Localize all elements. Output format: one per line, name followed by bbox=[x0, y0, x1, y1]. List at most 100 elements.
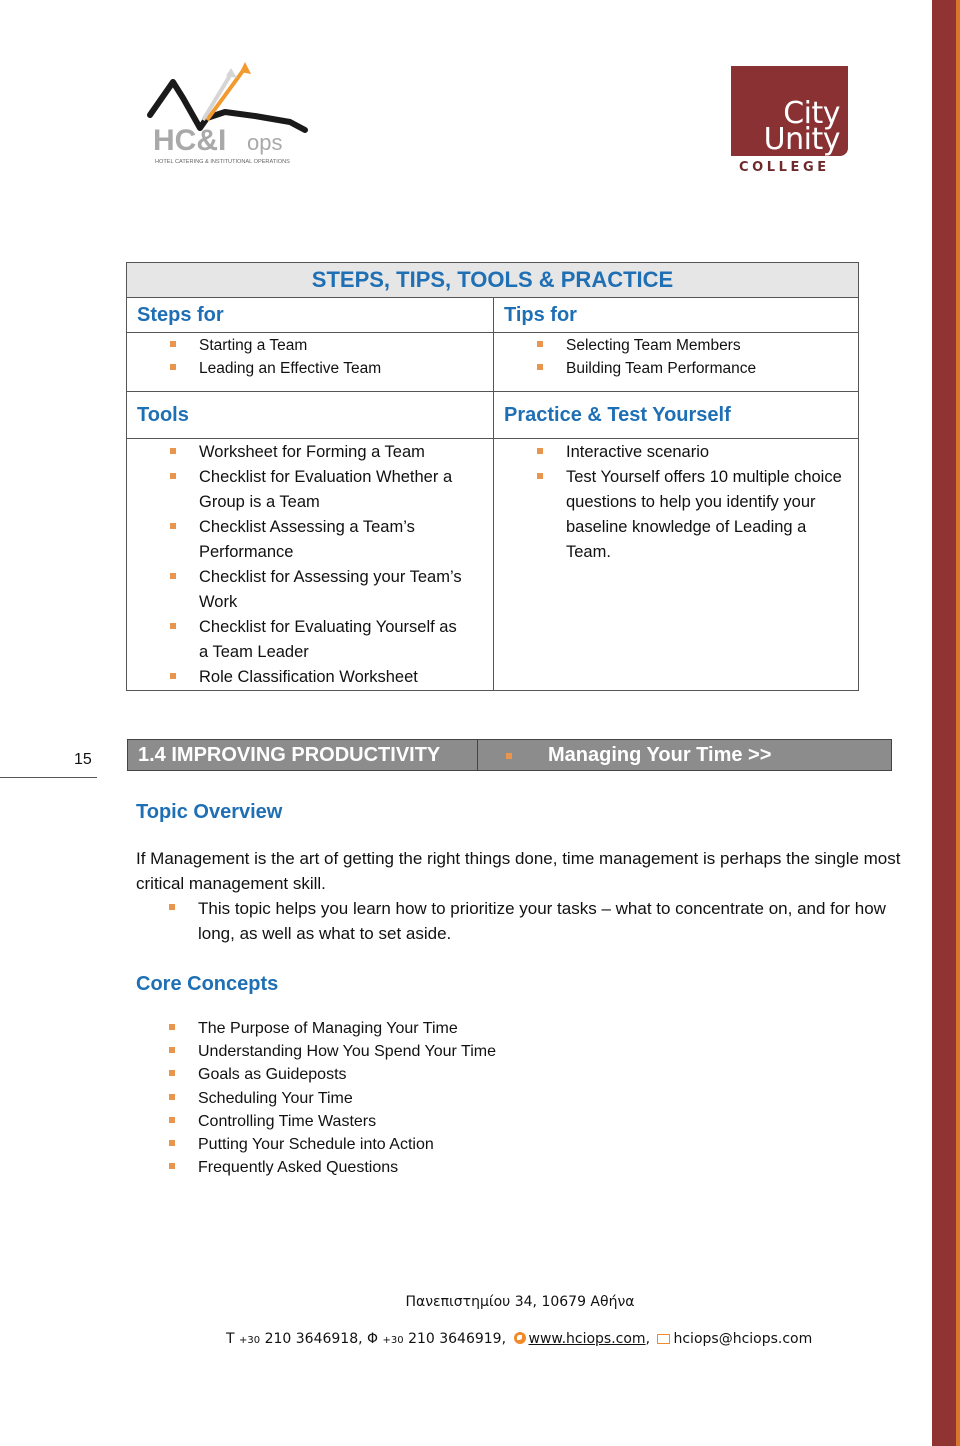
list-item-text: Goals as Guideposts bbox=[198, 1066, 347, 1084]
list-item: Understanding How You Spend Your Time bbox=[136, 1040, 636, 1063]
list-item-text: Scheduling Your Time bbox=[198, 1089, 353, 1107]
fax-country-code: +30 bbox=[382, 1335, 404, 1346]
steps-tips-tools-table: STEPS, TIPS, TOOLS & PRACTICE Steps for … bbox=[126, 262, 859, 691]
practice-list-cell: Interactive scenario Test Yourself offer… bbox=[493, 438, 859, 691]
list-item-text: Worksheet for Forming a Team bbox=[199, 443, 425, 461]
city-logo-line2: Unity bbox=[763, 122, 841, 157]
next-topic-link[interactable]: Managing Your Time >> bbox=[478, 740, 891, 770]
steps-list: Starting a Team Leading an Effective Tea… bbox=[127, 334, 493, 380]
table-title: STEPS, TIPS, TOOLS & PRACTICE bbox=[311, 267, 674, 292]
list-item-text: Putting Your Schedule into Action bbox=[198, 1136, 434, 1154]
bullet-icon bbox=[537, 473, 543, 479]
list-item-text: The Purpose of Managing Your Time bbox=[198, 1020, 458, 1037]
list-item-text: Controlling Time Wasters bbox=[198, 1112, 377, 1130]
list-item: The Purpose of Managing Your Time bbox=[136, 1017, 636, 1040]
bullet-icon bbox=[170, 364, 176, 370]
footer-address: Πανεπιστημίου 34, 10679 Αθήνα bbox=[405, 1294, 635, 1310]
next-topic-label[interactable]: Managing Your Time >> bbox=[548, 744, 771, 766]
mail-icon bbox=[657, 1334, 671, 1344]
bullet-icon bbox=[170, 573, 176, 579]
bullet-icon bbox=[169, 904, 175, 910]
list-item: Checklist Assessing a Team’s Performance bbox=[127, 515, 467, 565]
list-item-text: Leading an Effective Team bbox=[199, 360, 382, 377]
list-item-text: This topic helps you learn how to priori… bbox=[198, 899, 886, 943]
bullet-icon bbox=[170, 623, 176, 629]
page-number: 15 bbox=[74, 751, 92, 768]
list-item-text: Understanding How You Spend Your Time bbox=[198, 1043, 496, 1061]
list-item-text: Role Classification Worksheet bbox=[199, 668, 418, 686]
city-logo-box: City Unity bbox=[731, 66, 848, 156]
bullet-icon bbox=[169, 1093, 175, 1100]
list-item: Selecting Team Members bbox=[494, 334, 858, 357]
phone-number: 210 3646918, bbox=[264, 1331, 363, 1347]
topic-overview-list: This topic helps you learn how to priori… bbox=[136, 896, 916, 946]
hciops-logo-tagline: HOTEL CATERING & INSTITUTIONAL OPERATION… bbox=[155, 159, 290, 165]
list-item-text: Checklist for Evaluating Yourself as a T… bbox=[199, 618, 457, 661]
steps-list-cell: Starting a Team Leading an Effective Tea… bbox=[126, 332, 494, 392]
city-unity-college-logo: City Unity COLLEGE bbox=[731, 66, 848, 176]
bullet-icon bbox=[506, 753, 512, 759]
list-item: This topic helps you learn how to priori… bbox=[136, 896, 916, 946]
bullet-icon bbox=[169, 1140, 175, 1147]
list-item: Worksheet for Forming a Team bbox=[127, 440, 467, 465]
practice-heading-cell: Practice & Test Yourself bbox=[493, 391, 859, 439]
list-item: Goals as Guideposts bbox=[136, 1063, 636, 1086]
city-logo-college: COLLEGE bbox=[739, 160, 830, 175]
list-item: Checklist for Evaluating Yourself as a T… bbox=[127, 615, 467, 665]
bullet-icon bbox=[169, 1024, 175, 1030]
list-item-text: Test Yourself offers 10 multiple choice … bbox=[566, 468, 842, 561]
website-link[interactable]: www.hciops.com bbox=[529, 1331, 646, 1347]
topic-overview-heading: Topic Overview bbox=[136, 801, 283, 823]
email-address[interactable]: hciops@hciops.com bbox=[673, 1331, 812, 1347]
list-item: Interactive scenario bbox=[494, 440, 844, 465]
list-item-text: Checklist for Evaluation Whether a Group… bbox=[199, 468, 453, 511]
bullet-icon bbox=[537, 341, 543, 347]
hciops-logo-mark: HC&I bbox=[153, 124, 226, 157]
bullet-icon bbox=[537, 448, 543, 454]
hciops-logo-graphic: HC&I ops HOTEL CATERING & INSTITUTIONAL … bbox=[147, 62, 308, 165]
tips-list-cell: Selecting Team Members Building Team Per… bbox=[493, 332, 859, 392]
phone-country-code: +30 bbox=[239, 1335, 261, 1346]
bullet-icon bbox=[170, 341, 176, 347]
list-item: Building Team Performance bbox=[494, 357, 858, 380]
hciops-logo-suffix: ops bbox=[247, 130, 282, 155]
list-item-text: Checklist for Assessing your Team’s Work bbox=[199, 568, 462, 611]
bullet-icon bbox=[169, 1070, 175, 1077]
bullet-icon bbox=[537, 364, 543, 370]
list-item: Controlling Time Wasters bbox=[136, 1110, 636, 1133]
table-title-cell: STEPS, TIPS, TOOLS & PRACTICE bbox=[126, 262, 859, 298]
list-item: Starting a Team bbox=[127, 334, 493, 357]
fax-label: Φ bbox=[367, 1331, 379, 1347]
list-item-text: Building Team Performance bbox=[566, 360, 757, 377]
bullet-icon bbox=[170, 673, 176, 679]
list-item: Test Yourself offers 10 multiple choice … bbox=[494, 465, 844, 565]
tools-heading-cell: Tools bbox=[126, 391, 494, 439]
list-item-text: Selecting Team Members bbox=[566, 337, 741, 354]
list-item: Scheduling Your Time bbox=[136, 1087, 636, 1110]
section-title: 1.4 IMPROVING PRODUCTIVITY bbox=[128, 740, 478, 770]
list-item: Frequently Asked Questions bbox=[136, 1156, 636, 1179]
practice-heading: Practice & Test Yourself bbox=[504, 404, 731, 426]
list-item-text: Interactive scenario bbox=[566, 443, 710, 461]
side-decoration-bar bbox=[932, 0, 956, 1446]
page-number-rule bbox=[0, 777, 97, 778]
tools-list-cell: Worksheet for Forming a Team Checklist f… bbox=[126, 438, 494, 691]
tips-heading-cell: Tips for bbox=[493, 297, 859, 333]
steps-heading: Steps for bbox=[137, 304, 224, 326]
list-item-text: Frequently Asked Questions bbox=[198, 1159, 399, 1177]
list-item: Leading an Effective Team bbox=[127, 357, 493, 380]
bullet-icon bbox=[170, 523, 176, 529]
list-item: Checklist for Assessing your Team’s Work bbox=[127, 565, 467, 615]
list-item: Role Classification Worksheet bbox=[127, 665, 467, 690]
phone-label: Τ bbox=[226, 1331, 235, 1347]
core-concepts-heading: Core Concepts bbox=[136, 973, 279, 995]
bullet-icon bbox=[170, 448, 176, 454]
tips-heading: Tips for bbox=[504, 304, 577, 326]
globe-icon bbox=[513, 1332, 526, 1344]
side-decoration-edge bbox=[956, 0, 960, 1446]
fax-number: 210 3646919, bbox=[408, 1331, 507, 1347]
list-item-text: Checklist Assessing a Team’s Performance bbox=[199, 518, 415, 561]
bullet-icon bbox=[169, 1163, 175, 1170]
footer-contacts: Τ +30 210 3646918, Φ +30 210 3646919, ww… bbox=[226, 1331, 813, 1347]
tools-list: Worksheet for Forming a Team Checklist f… bbox=[127, 440, 467, 690]
